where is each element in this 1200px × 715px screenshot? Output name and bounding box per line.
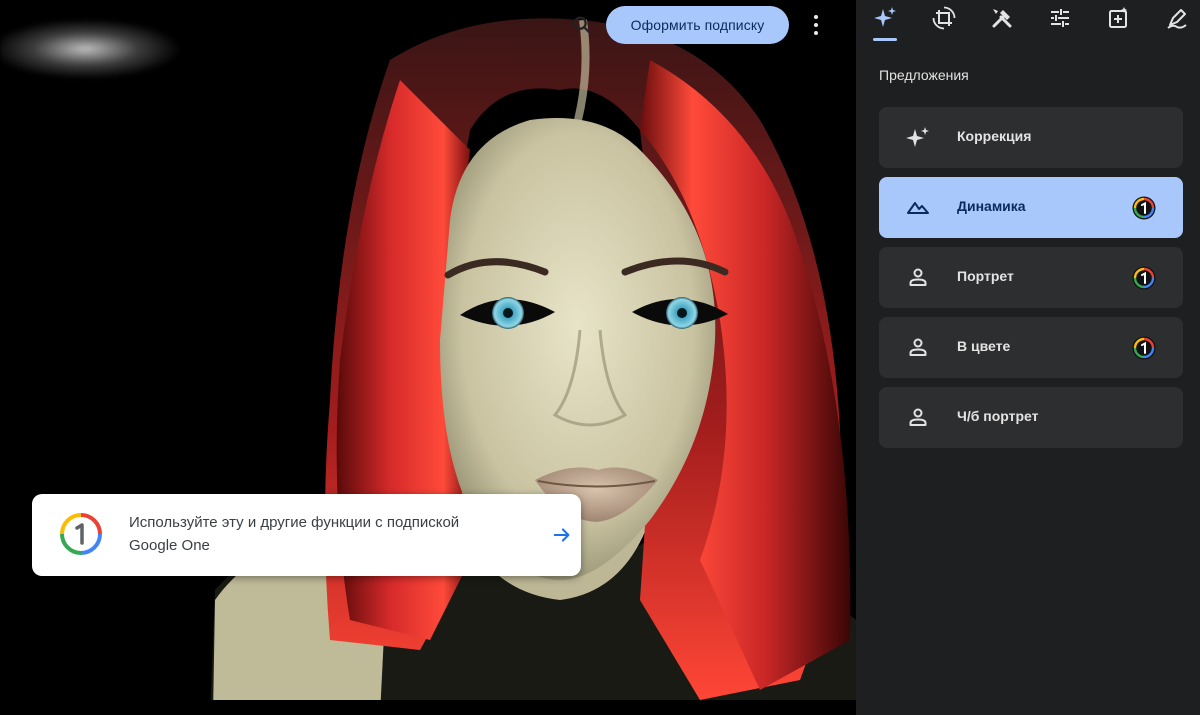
google-one-promo-card[interactable]: Используйте эту и другие функции с подпи… xyxy=(32,494,581,576)
person-icon xyxy=(909,338,927,356)
filter-plus-icon[interactable] xyxy=(1107,6,1131,30)
section-title: Предложения xyxy=(879,67,969,83)
canvas-bottom-bar xyxy=(0,700,856,715)
sliders-icon[interactable] xyxy=(1048,6,1072,30)
zoom-icon[interactable] xyxy=(571,14,593,36)
portrait-photo xyxy=(210,18,856,715)
landscape-icon xyxy=(907,202,929,214)
photo-canvas[interactable]: Оформить подписку Используйте эту и друг… xyxy=(0,0,856,715)
suggestion-dynamic[interactable]: Динамика xyxy=(879,177,1183,238)
google-one-badge-icon xyxy=(1132,336,1156,360)
suggestion-label: Портрет xyxy=(957,268,1014,284)
suggestion-label: Динамика xyxy=(957,198,1026,214)
photo-editor-window: Оформить подписку Используйте эту и друг… xyxy=(0,0,1200,715)
more-vert-icon[interactable] xyxy=(806,13,826,37)
google-one-badge-icon xyxy=(1132,196,1156,220)
tools-icon[interactable] xyxy=(990,6,1014,30)
edit-panel: Предложения Коррекция Динамика Портрет В… xyxy=(856,0,1200,715)
markup-icon[interactable] xyxy=(1165,6,1189,30)
crop-rotate-icon[interactable] xyxy=(932,6,956,30)
sparkle-icon[interactable] xyxy=(873,6,897,30)
suggestion-portrait[interactable]: Портрет xyxy=(879,247,1183,308)
suggestion-label: В цвете xyxy=(957,338,1011,354)
arrow-right-icon[interactable] xyxy=(551,524,573,546)
person-icon xyxy=(909,268,927,286)
promo-text-line1: Используйте эту и другие функции с подпи… xyxy=(129,514,460,531)
google-one-badge-icon xyxy=(1132,266,1156,290)
active-tab-indicator xyxy=(873,38,897,41)
edit-toolbar xyxy=(856,0,1200,44)
suggestion-color-pop[interactable]: В цвете xyxy=(879,317,1183,378)
promo-message: Используйте эту и другие функции с подпи… xyxy=(129,511,509,557)
suggestion-bw-portrait[interactable]: Ч/б портрет xyxy=(879,387,1183,448)
person-icon xyxy=(909,408,927,426)
suggestion-label: Ч/б портрет xyxy=(957,408,1039,424)
google-one-icon xyxy=(60,513,102,555)
suggestion-label: Коррекция xyxy=(957,128,1032,144)
subscribe-button[interactable]: Оформить подписку xyxy=(606,6,789,44)
promo-text-line2: Google One xyxy=(129,537,210,554)
sparkle-icon xyxy=(906,127,929,147)
suggestion-enhance[interactable]: Коррекция xyxy=(879,107,1183,168)
